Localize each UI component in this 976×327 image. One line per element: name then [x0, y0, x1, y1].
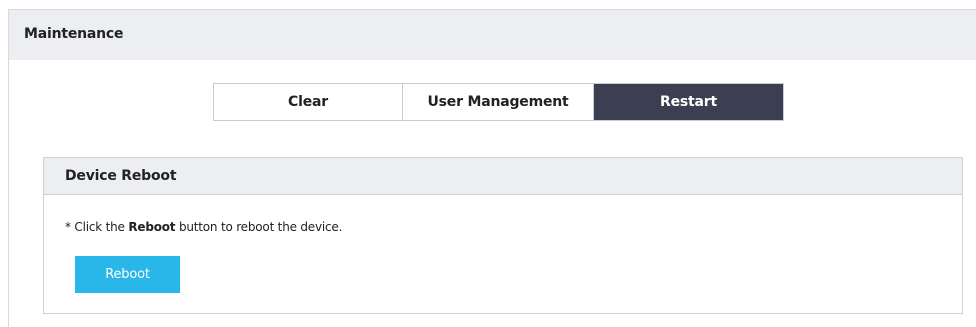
tab-user-management[interactable]: User Management	[403, 84, 594, 120]
page-title: Maintenance	[24, 26, 124, 42]
page-header: Maintenance	[9, 10, 976, 60]
tab-clear[interactable]: Clear	[214, 84, 403, 120]
reboot-instructions: * Click the Reboot button to reboot the …	[65, 220, 342, 234]
maintenance-tabs: Clear User Management Restart	[213, 83, 784, 121]
note-bold-reboot: Reboot	[128, 220, 176, 234]
maintenance-page: Maintenance Clear User Management Restar…	[8, 9, 976, 327]
device-reboot-panel: Device Reboot * Click the Reboot button …	[43, 157, 963, 314]
reboot-button[interactable]: Reboot	[75, 256, 180, 293]
panel-title: Device Reboot	[65, 168, 177, 184]
panel-header: Device Reboot	[44, 158, 962, 195]
tab-restart[interactable]: Restart	[594, 84, 783, 120]
note-suffix: button to reboot the device.	[175, 220, 343, 234]
note-prefix: * Click the	[65, 220, 129, 234]
